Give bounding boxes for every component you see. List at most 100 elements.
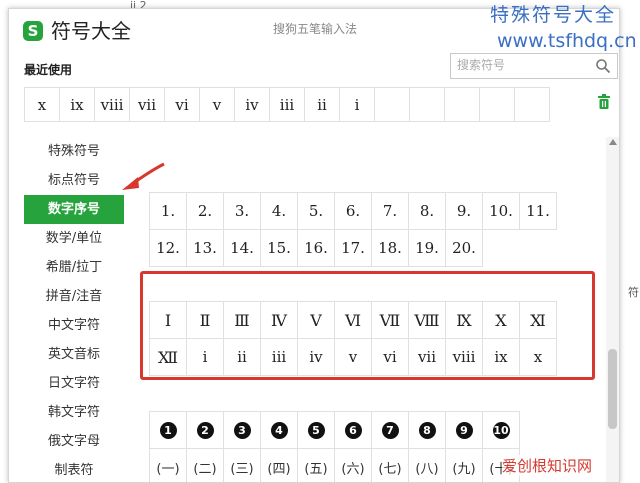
background-window-left	[0, 0, 8, 481]
symbol-cell[interactable]: 4.	[260, 192, 298, 230]
symbol-cell[interactable]: 20.	[445, 229, 483, 267]
scrollbar[interactable]	[606, 137, 619, 482]
symbol-cell[interactable]: 1.	[149, 192, 187, 230]
search-box[interactable]	[450, 53, 618, 79]
parenthesized-cn-cell[interactable]: (五)	[297, 448, 335, 482]
circled-number-cell[interactable]: 3	[223, 411, 261, 449]
category-sidebar: 特殊符号 标点符号 数字序号 数学/单位 希腊/拉丁 拼音/注音 中文字符 英文音标 日文字符韩…	[24, 137, 124, 482]
circled-number: 1	[159, 421, 177, 439]
circled-number-cell[interactable]: 8	[408, 411, 446, 449]
symbol-cell[interactable]: 13.	[186, 229, 224, 267]
parenthesized-cn-label: (九)	[452, 461, 476, 477]
recent-symbol-cell[interactable]: viii	[94, 87, 130, 122]
sidebar-item[interactable]: 希腊/拉丁	[24, 253, 124, 282]
circled-number-cell[interactable]: 4	[260, 411, 298, 449]
parenthesized-cn-cell[interactable]: (六)	[334, 448, 372, 482]
circled-number-cell[interactable]: 6	[334, 411, 372, 449]
symbol-cell[interactable]: 6.	[334, 192, 372, 230]
circled-number-grid: 1 2 3 4 5 6 7 8 9 10 (一) (二) (三) (四) (五) (六) (七) (八) (九) (十…	[149, 411, 520, 482]
circled-number-cell[interactable]: 10	[482, 411, 520, 449]
recent-symbol-cell[interactable]	[374, 87, 410, 122]
search-icon[interactable]	[595, 58, 611, 74]
scroll-thumb[interactable]	[608, 349, 617, 429]
parenthesized-cn-cell[interactable]: (四)	[260, 448, 298, 482]
recent-symbol-cell[interactable]: ix	[59, 87, 95, 122]
scroll-up-arrow-icon[interactable]	[608, 139, 617, 145]
parenthesized-cn-cell[interactable]: (七)	[371, 448, 409, 482]
parenthesized-cn-cell[interactable]: (一)	[149, 448, 187, 482]
sidebar-item[interactable]: 数字序号	[24, 195, 124, 224]
recent-symbol-cell[interactable]	[514, 87, 550, 122]
symbol-cell[interactable]: 19.	[408, 229, 446, 267]
circled-number-cell[interactable]: 1	[149, 411, 187, 449]
symbol-cell[interactable]: 18.	[371, 229, 409, 267]
symbol-cell[interactable]: 3.	[223, 192, 261, 230]
sidebar-item[interactable]: 特殊符号	[24, 137, 124, 166]
circled-number: 5	[307, 421, 325, 439]
symbol-cell[interactable]: 17.	[334, 229, 372, 267]
circled-number-cell[interactable]: 5	[297, 411, 335, 449]
symbol-cell[interactable]: 9.	[445, 192, 483, 230]
parenthesized-cn-cell[interactable]: (三)	[223, 448, 261, 482]
recent-symbols: x ix viii vii vi v iv iii ii i	[24, 87, 550, 122]
parenthesized-cn-label: (五)	[304, 461, 328, 477]
circled-number: 2	[196, 421, 214, 439]
circled-number: 7	[381, 421, 399, 439]
recent-symbol-cell[interactable]: i	[339, 87, 375, 122]
parenthesized-cn-label: (二)	[193, 461, 217, 477]
sidebar-item[interactable]: 数学/单位	[24, 224, 124, 253]
ime-name: 搜狗五笔输入法	[273, 22, 358, 36]
recent-symbol-cell[interactable]: ii	[304, 87, 340, 122]
watermark-title: 特殊符号大全	[490, 4, 617, 26]
recent-symbol-cell[interactable]: vii	[129, 87, 165, 122]
sidebar-item[interactable]: 俄文字母	[24, 427, 124, 456]
symbol-cell[interactable]: 15.	[260, 229, 298, 267]
sidebar-item[interactable]: 英文音标	[24, 340, 124, 369]
recent-symbol-cell[interactable]	[444, 87, 480, 122]
recent-symbol-cell[interactable]	[409, 87, 445, 122]
watermark-site: 爱创根知识网	[502, 455, 593, 476]
parenthesized-cn-cell[interactable]: (八)	[408, 448, 446, 482]
numbered-period-grid: 1. 2. 3. 4. 5. 6. 7. 8. 9. 10. 11. 12. 13. 14. 15. 16. 1…	[149, 192, 589, 267]
circled-number: 9	[455, 421, 473, 439]
recent-symbol-cell[interactable]: x	[24, 87, 60, 122]
sidebar-item[interactable]: 制表符	[24, 456, 124, 482]
circled-number-cell[interactable]: 9	[445, 411, 483, 449]
circled-number-cell[interactable]: 7	[371, 411, 409, 449]
red-arrow-icon	[122, 162, 165, 190]
symbol-cell[interactable]: 16.	[297, 229, 335, 267]
circled-number: 6	[344, 421, 362, 439]
symbol-cell[interactable]: 12.	[149, 229, 187, 267]
sidebar-item[interactable]: 韩文字符	[24, 398, 124, 427]
symbol-cell[interactable]: 10.	[482, 192, 520, 230]
window-title: 符号大全	[51, 19, 131, 43]
search-input[interactable]	[457, 56, 587, 74]
circled-number: 4	[270, 421, 288, 439]
roman-highlight-box	[140, 271, 595, 380]
background-window-right	[618, 0, 640, 481]
symbol-cell[interactable]: 8.	[408, 192, 446, 230]
circled-number: 8	[418, 421, 436, 439]
recent-symbol-cell[interactable]: vi	[164, 87, 200, 122]
parenthesized-cn-label: (八)	[415, 461, 439, 477]
circled-number: 3	[233, 421, 251, 439]
symbol-cell[interactable]: 7.	[371, 192, 409, 230]
recent-symbol-cell[interactable]: iii	[269, 87, 305, 122]
symbol-cell[interactable]: 11.	[519, 192, 557, 230]
parenthesized-cn-cell[interactable]: (二)	[186, 448, 224, 482]
trash-icon[interactable]	[597, 94, 611, 110]
sogou-logo-icon: S	[23, 21, 43, 41]
sidebar-item[interactable]: 拼音/注音	[24, 282, 124, 311]
recent-symbol-cell[interactable]: iv	[234, 87, 270, 122]
parenthesized-cn-cell[interactable]: (九)	[445, 448, 483, 482]
symbol-cell[interactable]: 5.	[297, 192, 335, 230]
circled-number-cell[interactable]: 2	[186, 411, 224, 449]
sidebar-item[interactable]: 日文字符	[24, 369, 124, 398]
recent-symbol-cell[interactable]: v	[199, 87, 235, 122]
symbol-cell[interactable]: 2.	[186, 192, 224, 230]
symbol-cell[interactable]: 14.	[223, 229, 261, 267]
sidebar-item[interactable]: 标点符号	[24, 166, 124, 195]
recent-symbol-cell[interactable]	[479, 87, 515, 122]
sidebar-item[interactable]: 中文字符	[24, 311, 124, 340]
parenthesized-cn-label: (四)	[267, 461, 291, 477]
